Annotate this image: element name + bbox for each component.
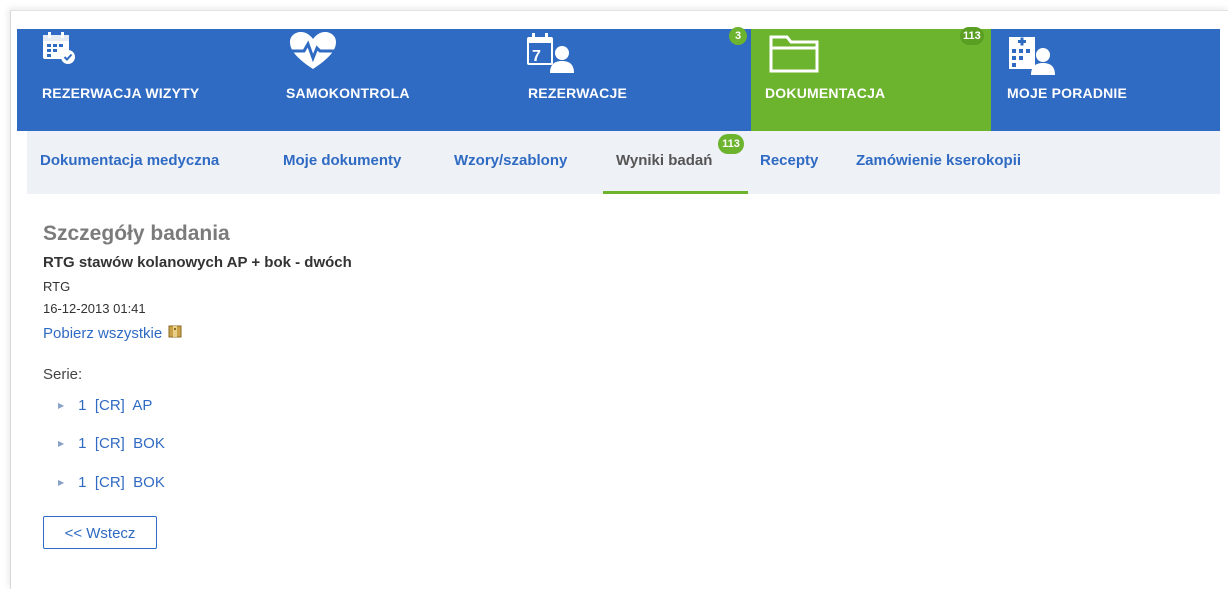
series-item-label: 1 [CR] AP: [78, 397, 153, 414]
tab-dokumentacja-medyczna[interactable]: Dokumentacja medyczna: [40, 152, 219, 169]
download-all-link[interactable]: Pobierz wszystkie: [43, 324, 182, 342]
download-all-label: Pobierz wszystkie: [43, 324, 163, 342]
tab-wzory-szablony[interactable]: Wzory/szablony: [454, 152, 567, 169]
sub-nav: Dokumentacja medyczna Moje dokumenty Wzo…: [27, 131, 1220, 194]
hospital-person-icon: [1007, 31, 1055, 80]
nav-label: REZERWACJA WIZYTY: [42, 85, 200, 101]
tab-moje-dokumenty[interactable]: Moje dokumenty: [283, 152, 401, 169]
nav-label: DOKUMENTACJA: [765, 85, 886, 101]
nav-badge: 113: [960, 27, 984, 45]
svg-text:7: 7: [532, 48, 541, 65]
series-item[interactable]: ▶ 1 [CR] BOK: [58, 435, 165, 452]
series-item[interactable]: ▶ 1 [CR] BOK: [58, 474, 165, 491]
page-title: Szczegóły badania: [43, 222, 230, 245]
nav-label: MOJE PORADNIE: [1007, 85, 1128, 101]
top-nav: REZERWACJA WIZYTY SAMOKONTROLA 7 REZERWA…: [17, 27, 1220, 131]
nav-rezerwacje[interactable]: 7 REZERWACJE 3: [504, 27, 751, 131]
tab-wyniki-badan[interactable]: Wyniki badań: [616, 152, 712, 169]
series-item[interactable]: ▶ 1 [CR] AP: [58, 397, 152, 414]
folder-icon: [769, 31, 819, 78]
exam-modality: RTG: [43, 279, 71, 294]
exam-datetime: 16-12-2013 01:41: [43, 301, 146, 316]
back-button[interactable]: << Wstecz: [43, 516, 157, 549]
nav-label: REZERWACJE: [528, 85, 627, 101]
tab-recepty[interactable]: Recepty: [760, 152, 818, 169]
expand-arrow-icon: ▶: [58, 401, 65, 410]
expand-arrow-icon: ▶: [58, 439, 65, 448]
nav-label: SAMOKONTROLA: [286, 85, 410, 101]
nav-dokumentacja[interactable]: DOKUMENTACJA 113: [751, 27, 991, 131]
heart-pulse-icon: [288, 31, 338, 76]
series-item-label: 1 [CR] BOK: [78, 474, 165, 491]
nav-moje-poradnie[interactable]: MOJE PORADNIE: [991, 29, 1220, 131]
nav-badge: 3: [729, 27, 747, 45]
expand-arrow-icon: ▶: [58, 478, 65, 487]
exam-name: RTG stawów kolanowych AP + bok - dwóch: [43, 254, 352, 271]
calendar-person-icon: 7: [526, 31, 574, 80]
series-label: Serie:: [43, 366, 83, 383]
tab-zamowienie-kserokopii[interactable]: Zamówienie kserokopii: [856, 152, 1021, 169]
series-item-label: 1 [CR] BOK: [78, 435, 165, 452]
nav-samokontrola[interactable]: SAMOKONTROLA: [260, 29, 504, 131]
active-tab-indicator: [603, 191, 748, 194]
tab-badge: 113: [718, 134, 744, 154]
calendar-check-icon: [42, 31, 76, 70]
archive-icon: [168, 324, 182, 342]
nav-rezerwacja-wizyty[interactable]: REZERWACJA WIZYTY: [17, 29, 260, 131]
